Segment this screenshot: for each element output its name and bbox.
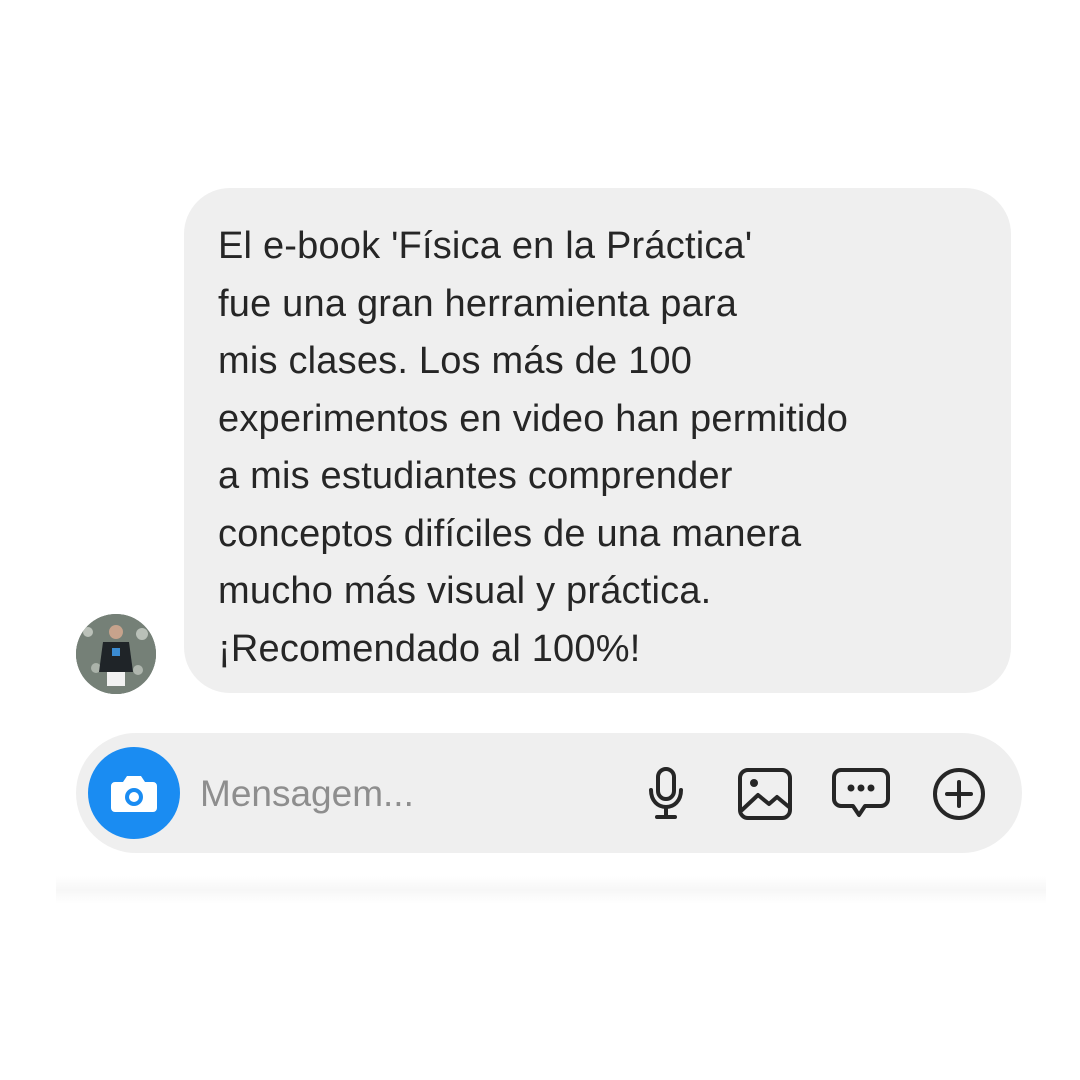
message-line: experimentos en video han permitido: [218, 397, 849, 440]
message-line: El e-book 'Física en la Práctica': [218, 225, 753, 267]
message-input[interactable]: [200, 767, 580, 821]
more-options-button[interactable]: [928, 763, 990, 825]
screen-bottom-shadow: [56, 876, 1046, 904]
message-line: ¡Recomendado al 100%!: [218, 627, 641, 670]
message-line: fue una gran herramienta para: [218, 282, 738, 325]
message-line: mis clases. Los más de 100: [218, 340, 693, 382]
camera-button[interactable]: [88, 747, 180, 839]
chat-bubble-dots-icon: [832, 768, 890, 817]
camera-icon: [111, 776, 157, 812]
sticker-button[interactable]: [830, 763, 892, 825]
incoming-message-row: El e-book 'Física en la Práctica' fue un…: [0, 0, 1080, 700]
gallery-button[interactable]: [734, 763, 796, 825]
message-line: a mis estudiantes comprender: [218, 455, 733, 497]
plus-circle-icon: [933, 768, 985, 820]
message-text: El e-book 'Física en la Práctica' fue un…: [218, 218, 977, 678]
voice-message-button[interactable]: [635, 763, 697, 825]
message-composer: [76, 733, 1022, 853]
message-bubble: El e-book 'Física en la Práctica' fue un…: [184, 188, 1011, 693]
image-gallery-icon: [738, 768, 792, 820]
message-line: conceptos difíciles de una manera: [218, 512, 802, 555]
instagram-dm-screen: El e-book 'Física en la Práctica' fue un…: [0, 0, 1080, 1080]
message-line: mucho más visual y práctica.: [218, 570, 712, 612]
microphone-icon: [649, 767, 683, 819]
sender-avatar[interactable]: [76, 614, 156, 694]
avatar-image: [76, 614, 156, 694]
